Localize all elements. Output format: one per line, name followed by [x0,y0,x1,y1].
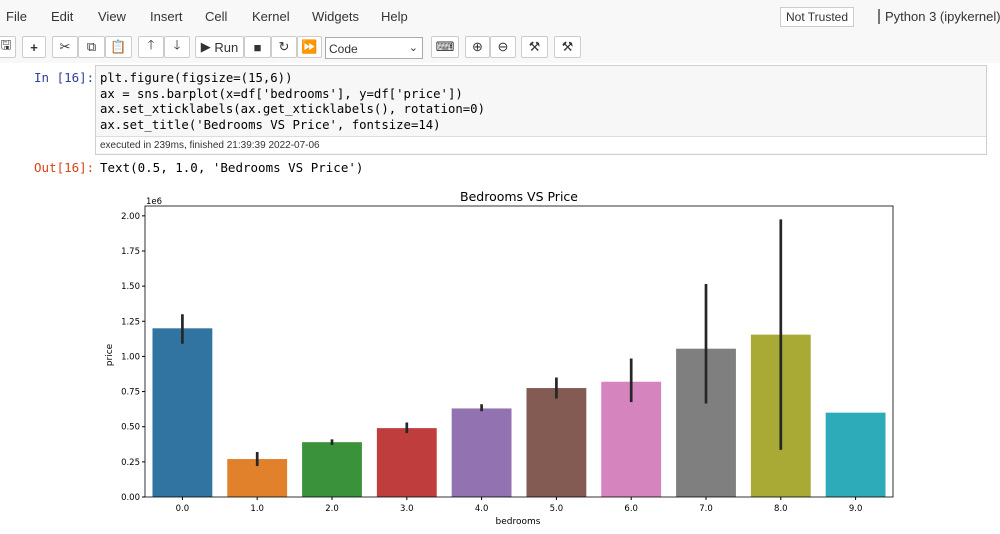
x-tick-label: 8.0 [774,504,788,514]
scissors-icon: ✂ [59,39,71,54]
tool-button-1[interactable]: ⚒ [521,36,548,58]
x-tick-label: 5.0 [550,504,564,514]
y-tick-label: 2.00 [121,212,140,222]
copy-icon: ⧉ [86,39,97,54]
hammer-icon: ⚒ [561,39,574,54]
run-button[interactable]: ▶ Run [195,36,244,58]
y-tick-label: 1.50 [121,282,140,292]
x-tick-label: 7.0 [699,504,713,514]
x-tick-label: 4.0 [475,504,489,514]
code-cell[interactable]: plt.figure(figsize=(15,6)) ax = sns.barpl… [95,65,987,155]
x-tick-label: 1.0 [250,504,264,514]
zoom-in-button[interactable]: ⊕ [465,36,490,58]
zoom-out-button[interactable]: ⊖ [490,36,516,58]
menu-kernel[interactable]: Kernel [252,9,290,24]
menu-bar: File Edit View Insert Cell Kernel Widget… [0,0,1000,34]
code-line: plt.figure(figsize=(15,6)) [100,71,293,85]
code-line: ax.set_title('Bedrooms VS Price', fontsi… [100,117,441,132]
fast-forward-icon: ⏩ [301,39,318,54]
insert-cell-button[interactable]: + [22,36,46,58]
menu-cell[interactable]: Cell [205,9,227,24]
restart-icon: ↻ [278,39,290,54]
cell-type-select[interactable]: Code ⌄ [325,37,423,59]
paste-icon: 📋 [110,39,127,54]
menu-widgets[interactable]: Widgets [312,9,359,24]
move-down-button[interactable]: 🡓 [164,36,190,58]
bar [526,388,587,497]
toolbar: 🖫 + ✂ ⧉ 📋 🡑 🡓 ▶ Run ■ ↻ ⏩ ⌨ ⊕ ⊖ ⚒ ⚒ [0,33,1000,63]
y-tick-label: 0.50 [121,423,140,433]
copy-button[interactable]: ⧉ [78,36,105,58]
bar [376,428,437,497]
stop-icon: ■ [253,39,262,55]
zoom-in-icon: ⊕ [472,39,483,54]
x-tick-label: 0.0 [176,504,190,514]
menu-view[interactable]: View [98,9,126,24]
plus-icon: + [30,39,38,55]
save-icon: 🖫 [0,37,12,52]
code-line: ax.set_xticklabels(ax.get_xticklabels(),… [100,102,485,116]
in-prompt: In [16]: [34,70,95,85]
zoom-out-icon: ⊖ [497,39,509,54]
arrow-up-icon: 🡑 [147,37,155,52]
tool-button-2[interactable]: ⚒ [554,36,581,58]
keyboard-icon: ⌨ [435,39,455,54]
run-label: Run [214,39,239,55]
bar [451,408,512,497]
cut-button[interactable]: ✂ [52,36,78,58]
interrupt-button[interactable]: ■ [244,36,271,58]
y-axis-label: price [105,343,115,366]
chart-title: Bedrooms VS Price [460,189,578,204]
bar [152,328,213,497]
y-tick-label: 0.00 [121,493,140,503]
menu-help[interactable]: Help [381,9,408,24]
save-button[interactable]: 🖫 [0,36,16,58]
hammer-icon: ⚒ [528,39,541,54]
menu-file[interactable]: File [6,9,27,24]
bar [302,442,362,497]
menu-insert[interactable]: Insert [150,9,183,24]
trust-indicator[interactable]: Not Trusted [780,7,855,27]
y-tick-label: 0.25 [121,458,140,468]
command-palette-button[interactable]: ⌨ [431,36,459,58]
cell-type-value: Code [329,42,358,56]
x-tick-label: 2.0 [325,504,339,514]
x-axis-label: bedrooms [496,517,541,527]
y-tick-label: 1.25 [121,317,140,327]
y-tick-label: 0.75 [121,388,140,398]
execution-info: executed in 239ms, finished 21:39:39 202… [96,136,986,153]
x-tick-label: 3.0 [400,504,414,514]
out-prompt: Out[16]: [34,160,95,175]
paste-button[interactable]: 📋 [105,36,132,58]
arrow-down-icon: 🡓 [173,37,181,52]
y-tick-label: 1.75 [121,247,140,257]
menu-edit[interactable]: Edit [51,9,73,24]
output-text: Text(0.5, 1.0, 'Bedrooms VS Price') [100,160,364,175]
chevron-down-icon: ⌄ [408,42,418,54]
x-tick-label: 6.0 [624,504,638,514]
code-line: ax = sns.barplot(x=df['bedrooms'], y=df[… [100,86,463,101]
y-tick-label: 1.00 [121,352,140,362]
bar [825,412,886,497]
move-up-button[interactable]: 🡑 [138,36,164,58]
restart-button[interactable]: ↻ [271,36,297,58]
bar-chart: Bedrooms VS Price 1e6 bedrooms price 0.0… [105,189,894,527]
kernel-indicator: Python 3 (ipykernel) [878,9,1000,24]
x-tick-label: 9.0 [849,504,863,514]
restart-run-all-button[interactable]: ⏩ [297,36,322,58]
code-editor[interactable]: plt.figure(figsize=(15,6)) ax = sns.barpl… [100,71,485,133]
play-icon: ▶ [200,39,215,54]
y-offset-label: 1e6 [146,197,162,207]
